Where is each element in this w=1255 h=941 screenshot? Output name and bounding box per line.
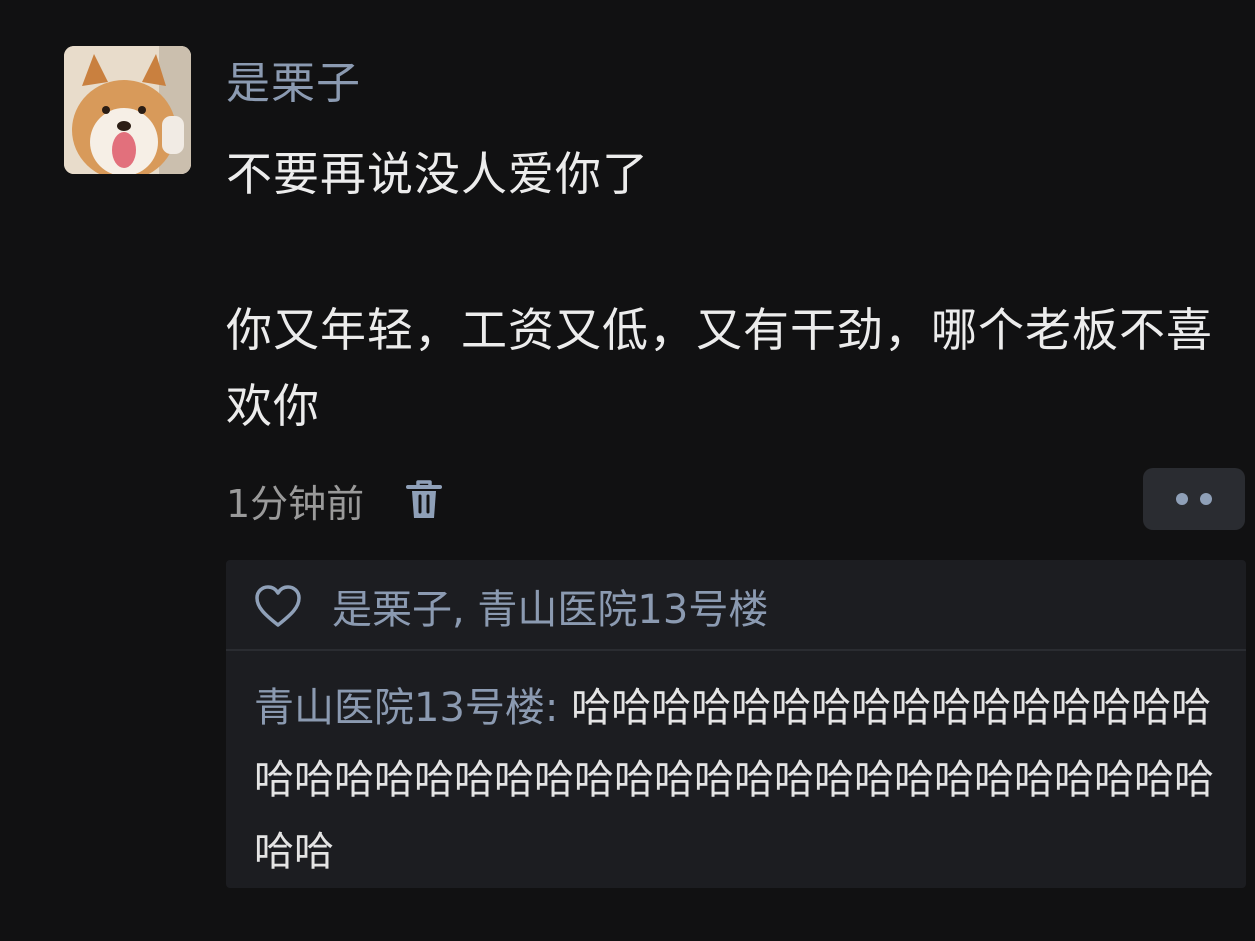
avatar[interactable] [64,46,191,174]
heart-icon[interactable] [254,583,302,629]
post-username[interactable]: 是栗子 [226,55,361,113]
trash-icon [406,480,443,518]
comment-separator: : [544,685,572,731]
more-dots-icon [1200,493,1212,505]
more-options-button[interactable] [1143,468,1245,530]
post-text-line: 不要再说没人爱你了 [226,147,649,201]
comment-panel: 是栗子, 青山医院13号楼 青山医院13号楼: 哈哈哈哈哈哈哈哈哈哈哈哈哈哈哈哈… [226,560,1246,888]
post-text-line: 你又年轻，工资又低，又有干劲，哪个老板不喜欢你 [226,303,1213,433]
comment-author[interactable]: 青山医院13号楼 [254,685,545,731]
comment-item[interactable]: 青山医院13号楼: 哈哈哈哈哈哈哈哈哈哈哈哈哈哈哈哈哈哈哈哈哈哈哈哈哈哈哈哈哈哈… [254,672,1234,888]
likes-row: 是栗子, 青山医院13号楼 [254,578,768,634]
post-timestamp: 1分钟前 [226,481,365,526]
post-content: 不要再说没人爱你了 你又年轻，工资又低，又有干劲，哪个老板不喜欢你 [226,136,1226,444]
post-meta: 1分钟前 [226,470,444,530]
more-dots-icon [1176,493,1188,505]
shiba-dog-avatar-icon [64,46,191,174]
delete-button[interactable] [404,477,444,523]
likes-names[interactable]: 是栗子, 青山医院13号楼 [332,577,768,635]
divider [226,649,1246,651]
